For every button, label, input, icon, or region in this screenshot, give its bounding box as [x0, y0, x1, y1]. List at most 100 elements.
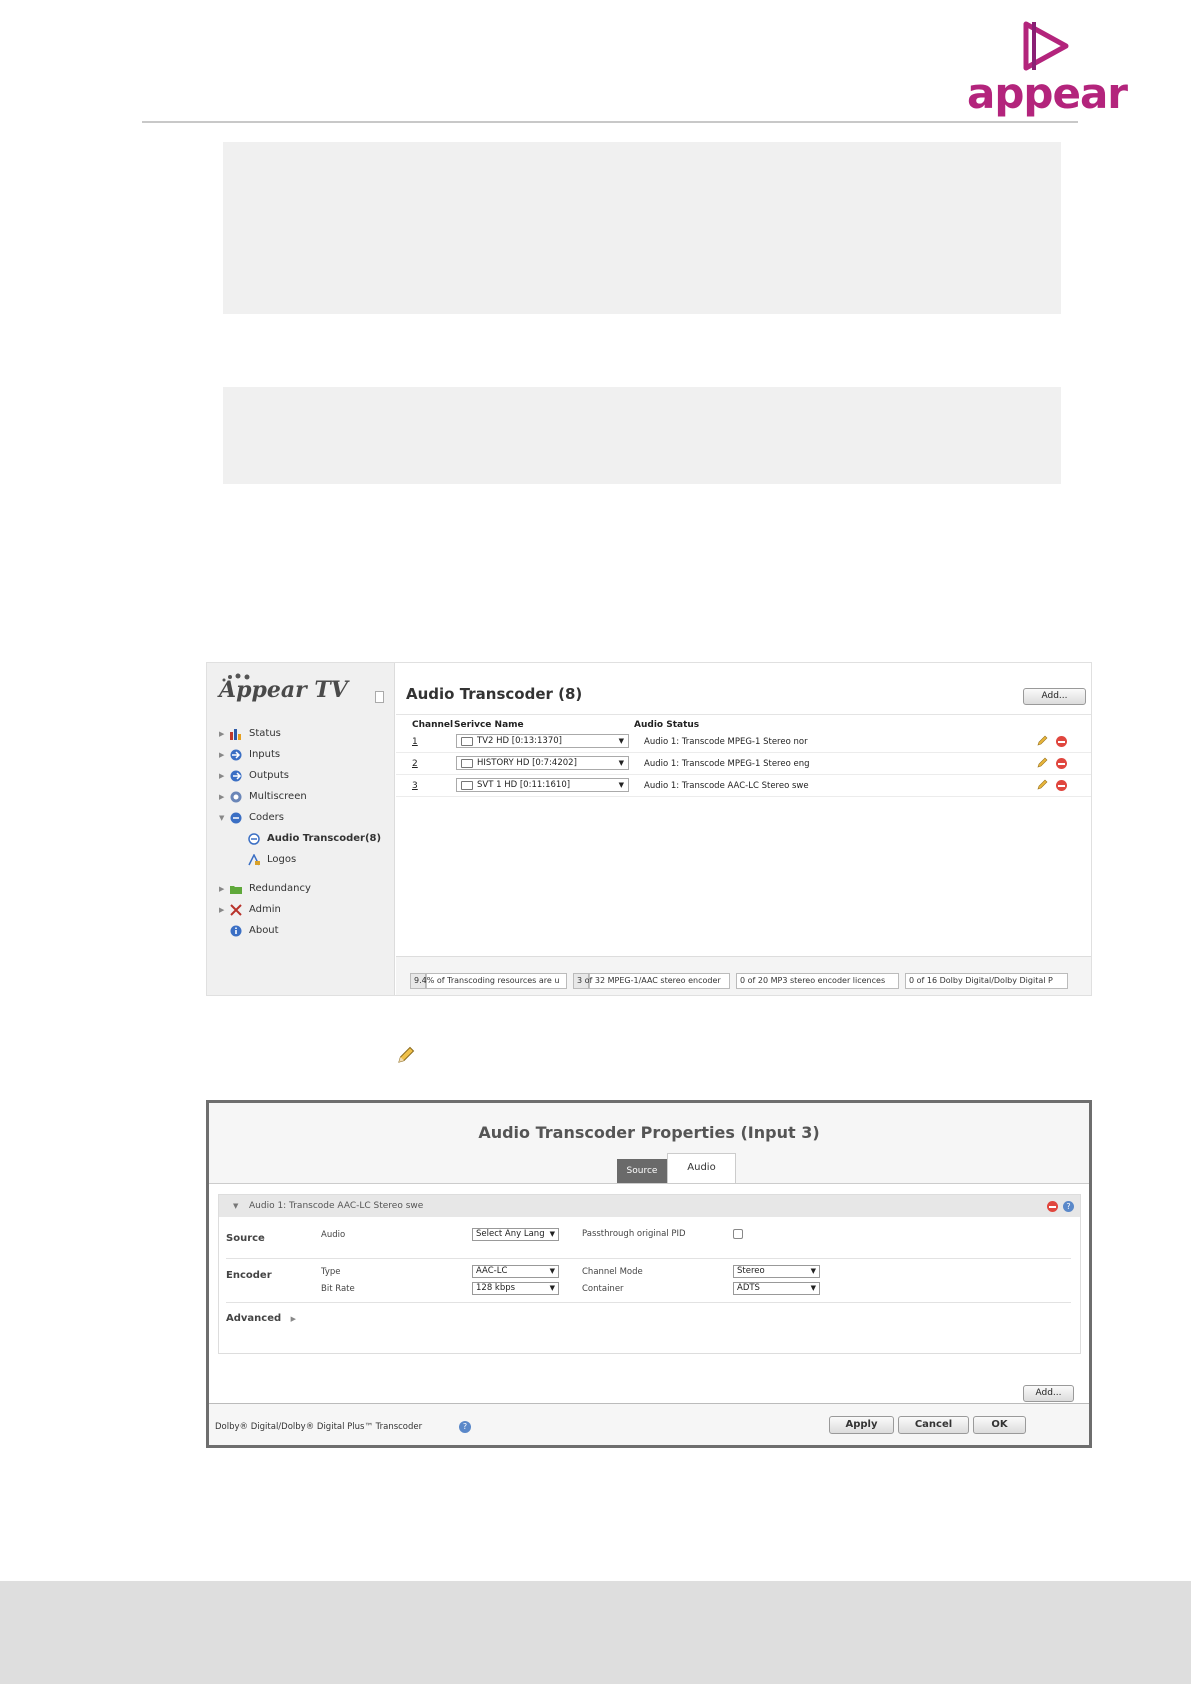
tv-icon	[461, 737, 473, 746]
container-label: Container	[582, 1284, 624, 1294]
channel-link[interactable]: 3	[412, 781, 418, 791]
brand-name: Appear TV	[219, 677, 348, 703]
select-value: AAC-LC	[476, 1266, 508, 1276]
ok-button[interactable]: OK	[973, 1416, 1026, 1434]
nav-label: Redundancy	[249, 883, 311, 894]
help-icon[interactable]: ?	[1063, 1201, 1074, 1212]
select-value: Stereo	[737, 1266, 765, 1276]
nav-label: Admin	[249, 904, 281, 915]
nav-label: Audio Transcoder(8)	[267, 833, 382, 844]
coders-icon	[230, 812, 242, 823]
nav-label: Logos	[267, 854, 297, 865]
resource-meter-text: 3 of 32 MPEG-1/AAC stereo encoder	[577, 976, 721, 985]
nav-label: Status	[249, 728, 281, 739]
delete-icon[interactable]	[1056, 736, 1067, 747]
nav-item-logos[interactable]: Logos	[219, 849, 389, 870]
sidebar: Appear TV ▶ Status ▶ Inputs ▶ Outputs ▶ …	[207, 663, 395, 995]
service-select[interactable]: SVT 1 HD [0:11:1610] ▼	[456, 778, 629, 792]
section-source-label: Source	[226, 1233, 265, 1244]
apply-button[interactable]: Apply	[829, 1416, 894, 1434]
delete-icon[interactable]	[1056, 780, 1067, 791]
chevron-down-icon: ▼	[618, 759, 624, 767]
nav-item-about[interactable]: About	[219, 920, 389, 941]
encoder-type-select[interactable]: AAC-LC ▼	[472, 1265, 559, 1278]
expand-arrow-icon: ▶	[219, 750, 225, 759]
bar-chart-icon	[230, 728, 241, 740]
type-label: Type	[321, 1267, 341, 1277]
expand-arrow-icon: ▶	[219, 729, 225, 738]
delete-icon[interactable]	[1047, 1201, 1058, 1212]
section-encoder-label: Encoder	[226, 1270, 272, 1281]
tab-audio[interactable]: Audio	[667, 1153, 736, 1183]
chevron-down-icon: ▼	[549, 1267, 555, 1275]
select-value: Select Any Lang	[476, 1229, 545, 1239]
service-select[interactable]: TV2 HD [0:13:1370] ▼	[456, 734, 629, 748]
service-select[interactable]: HISTORY HD [0:7:4202] ▼	[456, 756, 629, 770]
nav-item-redundancy[interactable]: ▶ Redundancy	[219, 878, 389, 899]
passthrough-checkbox[interactable]	[733, 1229, 743, 1239]
audio-status: Audio 1: Transcode MPEG-1 Stereo eng	[644, 759, 810, 769]
service-name: HISTORY HD [0:7:4202]	[477, 758, 577, 768]
bitrate-select[interactable]: 128 kbps ▼	[472, 1282, 559, 1295]
dialog-title: Audio Transcoder Properties (Input 3)	[478, 1123, 820, 1142]
nav-item-inputs[interactable]: ▶ Inputs	[219, 744, 389, 765]
resource-meter: 9.4% of Transcoding resources are u	[410, 973, 567, 989]
table-header: Channel Serivce Name Audio Status	[396, 714, 1091, 731]
column-header-status: Audio Status	[634, 720, 700, 730]
expand-arrow-icon: ▶	[219, 884, 225, 893]
resource-meter-text: 9.4% of Transcoding resources are u	[414, 976, 560, 985]
add-button[interactable]: Add...	[1023, 688, 1086, 705]
delete-icon[interactable]	[1056, 758, 1067, 769]
output-arrow-icon	[230, 770, 242, 781]
column-header-service: Serivce Name	[454, 720, 524, 730]
dialog-footer: Dolby® Digital/Dolby® Digital Plus™ Tran…	[209, 1403, 1089, 1445]
channel-mode-select[interactable]: Stereo ▼	[733, 1265, 820, 1278]
channel-link[interactable]: 2	[412, 759, 418, 769]
content-box	[223, 387, 1061, 484]
nav-item-admin[interactable]: ▶ Admin	[219, 899, 389, 920]
container-select[interactable]: ADTS ▼	[733, 1282, 820, 1295]
audio-transcoder-properties-dialog: Audio Transcoder Properties (Input 3) So…	[206, 1100, 1092, 1448]
tab-source[interactable]: Source	[617, 1159, 667, 1183]
nav-item-coders[interactable]: ▼ Coders	[219, 807, 389, 828]
table-row: 3 SVT 1 HD [0:11:1610] ▼ Audio 1: Transc…	[396, 775, 1091, 797]
resource-meter: 0 of 20 MP3 stereo encoder licences	[736, 973, 899, 989]
nav-label: Outputs	[249, 770, 289, 781]
collapse-arrow-icon: ▼	[233, 1202, 239, 1210]
help-icon[interactable]: ?	[459, 1421, 471, 1433]
edit-pencil-icon[interactable]	[1036, 757, 1048, 769]
edit-pencil-icon[interactable]	[1036, 735, 1048, 747]
appear-logo: appear	[967, 18, 1128, 118]
table-row: 1 TV2 HD [0:13:1370] ▼ Audio 1: Transcod…	[396, 731, 1091, 753]
tab-content: ▼ Audio 1: Transcode AAC-LC Stereo swe ?…	[209, 1183, 1089, 1403]
add-audio-button[interactable]: Add...	[1023, 1385, 1074, 1402]
dolby-transcoder-label: Dolby® Digital/Dolby® Digital Plus™ Tran…	[215, 1422, 423, 1432]
chevron-down-icon: ▼	[810, 1267, 816, 1275]
resource-status-bar: 9.4% of Transcoding resources are u 3 of…	[396, 956, 1091, 995]
header-divider	[142, 121, 1078, 123]
nav-item-status[interactable]: ▶ Status	[219, 723, 389, 744]
audio-panel: ▼ Audio 1: Transcode AAC-LC Stereo swe ?…	[218, 1194, 1081, 1354]
edit-pencil-icon[interactable]	[1036, 779, 1048, 791]
cancel-button[interactable]: Cancel	[898, 1416, 969, 1434]
advanced-toggle[interactable]: Advanced ▶	[226, 1313, 296, 1324]
expand-arrow-icon: ▶	[219, 905, 225, 914]
nav-item-outputs[interactable]: ▶ Outputs	[219, 765, 389, 786]
nav-item-multiscreen[interactable]: ▶ Multiscreen	[219, 786, 389, 807]
logo-wordmark: appear	[967, 69, 1128, 118]
chevron-down-icon: ▼	[618, 781, 624, 789]
column-header-channel: Channel	[412, 720, 454, 730]
select-value: ADTS	[737, 1283, 760, 1293]
resource-meter-text: 0 of 20 MP3 stereo encoder licences	[740, 976, 886, 985]
passthrough-label: Passthrough original PID	[582, 1229, 686, 1239]
tv-icon	[461, 759, 473, 768]
page-footer	[0, 1581, 1191, 1684]
channel-link[interactable]: 1	[412, 737, 418, 747]
audio-language-select[interactable]: Select Any Lang ▼	[472, 1228, 559, 1241]
audio-panel-header[interactable]: ▼ Audio 1: Transcode AAC-LC Stereo swe ?	[219, 1195, 1080, 1217]
nav-menu: ▶ Status ▶ Inputs ▶ Outputs ▶ Multiscree…	[219, 723, 389, 941]
tools-icon	[230, 903, 242, 916]
nav-item-audio-transcoder[interactable]: Audio Transcoder(8)	[219, 828, 389, 849]
nav-label: Inputs	[249, 749, 281, 760]
collapse-sidebar-icon[interactable]	[375, 691, 384, 703]
